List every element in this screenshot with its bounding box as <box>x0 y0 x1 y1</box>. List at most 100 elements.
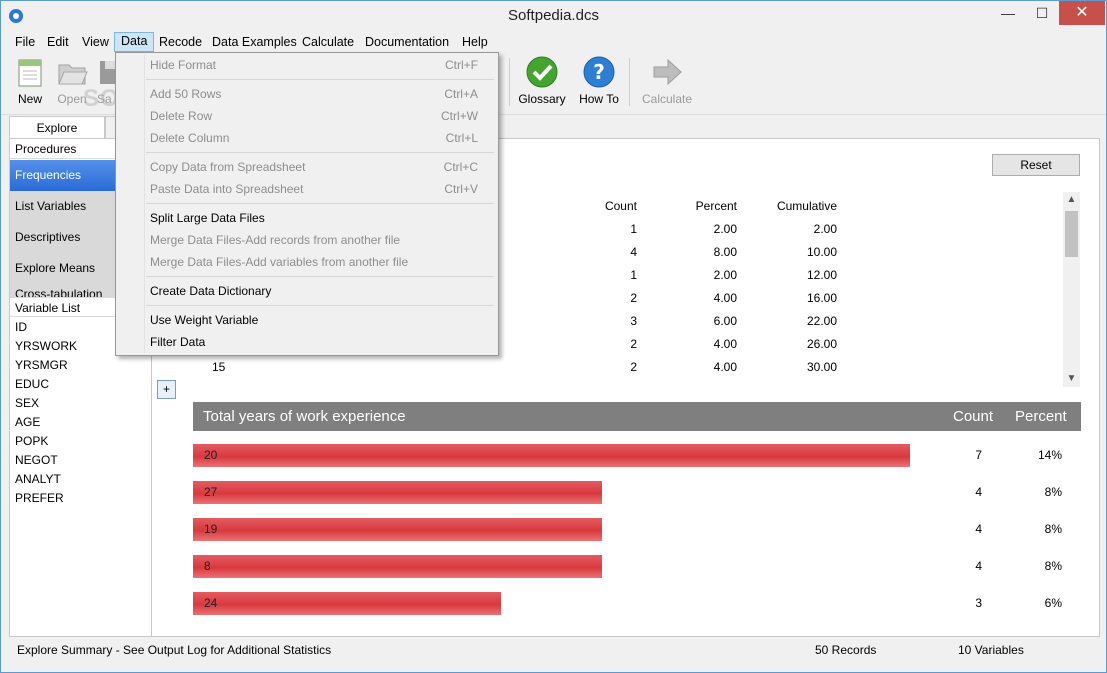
summary-percent-header: Percent <box>1015 408 1067 425</box>
menu-item[interactable]: Copy Data from Spreadsheet Ctrl+C <box>116 157 498 178</box>
bar <box>193 481 602 504</box>
row-cumulative: 2.00 <box>813 222 837 236</box>
variable-item[interactable]: YRSWORK <box>15 337 77 356</box>
how-to-label: How To <box>579 92 619 106</box>
scroll-down-icon[interactable]: ▼ <box>1063 371 1080 387</box>
menu-data[interactable]: Data <box>114 32 155 52</box>
toolbar-separator <box>629 58 630 106</box>
new-document-icon <box>14 56 46 88</box>
status-variables: 10 Variables <box>958 643 1024 657</box>
maximize-button[interactable]: ☐ <box>1025 1 1059 25</box>
status-bar: Explore Summary - See Output Log for Add… <box>9 639 1099 661</box>
status-records: 50 Records <box>815 643 877 657</box>
row-count: 1 <box>630 268 637 282</box>
menu-item-label: Filter Data <box>150 335 206 349</box>
menu-recode[interactable]: Recode <box>153 33 208 51</box>
variable-item[interactable]: SEX <box>15 394 39 413</box>
row-count: 2 <box>630 337 637 351</box>
save-icon <box>97 56 117 88</box>
checkmark-icon <box>526 56 558 88</box>
row-cumulative: 12.00 <box>806 268 837 282</box>
menu-item-shortcut: Ctrl+V <box>444 182 478 196</box>
menu-item[interactable]: Use Weight Variable <box>116 310 498 331</box>
menu-item-shortcut: Ctrl+W <box>441 109 478 123</box>
menu-item-shortcut: Ctrl+C <box>443 160 478 174</box>
new-label: New <box>17 92 42 106</box>
menu-item[interactable]: Create Data Dictionary <box>116 281 498 302</box>
bar-label: 24 <box>204 596 218 610</box>
menu-item[interactable]: Filter Data <box>116 332 498 353</box>
scroll-up-icon[interactable]: ▲ <box>1063 192 1080 208</box>
row-percent: 8.00 <box>713 245 737 259</box>
column-header-percent: Percent <box>695 199 737 213</box>
row-cumulative: 22.00 <box>806 314 837 328</box>
close-button[interactable]: ✕ <box>1059 1 1105 25</box>
menu-item-label: Add 50 Rows <box>150 87 222 101</box>
expand-button[interactable]: + <box>157 380 176 399</box>
menu-separator <box>146 79 494 80</box>
variable-item[interactable]: NEGOT <box>15 451 58 470</box>
help-question-icon: ? <box>583 56 615 88</box>
menu-separator <box>146 305 494 306</box>
calculate-label: Calculate <box>641 92 693 106</box>
menu-item[interactable]: Merge Data Files-Add variables from anot… <box>116 252 498 273</box>
row-percent: 4.00 <box>713 360 737 374</box>
menu-item-label: Create Data Dictionary <box>150 284 272 298</box>
new-button[interactable]: New <box>11 56 49 106</box>
menu-documentation[interactable]: Documentation <box>359 33 455 51</box>
menu-item-label: Split Large Data Files <box>150 211 265 225</box>
variable-item[interactable]: POPK <box>15 432 48 451</box>
menu-item[interactable]: Hide Format Ctrl+F <box>116 55 498 76</box>
bar-count: 3 <box>975 596 982 610</box>
menu-edit[interactable]: Edit <box>41 33 75 51</box>
menu-item[interactable]: Merge Data Files-Add records from anothe… <box>116 230 498 251</box>
variable-item[interactable]: YRSMGR <box>15 356 68 375</box>
bar <box>193 555 602 578</box>
menu-help[interactable]: Help <box>456 33 494 51</box>
menu-item[interactable]: Paste Data into Spreadsheet Ctrl+V <box>116 179 498 200</box>
how-to-button[interactable]: ? How To <box>575 56 623 106</box>
menu-item[interactable]: Add 50 Rows Ctrl+A <box>116 84 498 105</box>
summary-count-header: Count <box>953 408 994 425</box>
row-count: 4 <box>630 245 637 259</box>
variable-item[interactable]: AGE <box>15 413 40 432</box>
bar-label: 27 <box>204 485 218 499</box>
column-header-cumulative: Cumulative <box>776 199 837 213</box>
toolbar-separator <box>509 58 510 106</box>
row-count: 1 <box>630 222 637 236</box>
menu-separator <box>146 152 494 153</box>
glossary-button[interactable]: Glossary <box>517 56 567 106</box>
row-percent: 2.00 <box>713 222 737 236</box>
summary-title: Total years of work experience <box>203 408 406 425</box>
menu-file[interactable]: File <box>9 33 41 51</box>
bar-percent: 6% <box>1044 596 1062 610</box>
menu-view[interactable]: View <box>76 33 115 51</box>
row-percent: 2.00 <box>713 268 737 282</box>
minimize-button[interactable]: — <box>991 1 1025 25</box>
bar-percent: 8% <box>1044 522 1062 536</box>
reset-button[interactable]: Reset <box>992 154 1080 176</box>
menu-item-shortcut: Ctrl+A <box>444 87 478 101</box>
menu-calculate[interactable]: Calculate <box>296 33 360 51</box>
row-cumulative: 26.00 <box>806 337 837 351</box>
variable-item[interactable]: ID <box>15 318 27 337</box>
variable-item[interactable]: EDUC <box>15 375 49 394</box>
variable-item[interactable]: ANALYT <box>15 470 61 489</box>
bar-percent: 14% <box>1037 448 1062 462</box>
menu-data-examples[interactable]: Data Examples <box>206 33 303 51</box>
menu-item-label: Merge Data Files-Add records from anothe… <box>150 233 401 247</box>
menu-item[interactable]: Delete Row Ctrl+W <box>116 106 498 127</box>
arrow-right-icon <box>651 56 683 88</box>
bar <box>193 518 602 541</box>
tab-explore[interactable]: Explore <box>9 116 105 139</box>
menu-item[interactable]: Delete Column Ctrl+L <box>116 128 498 149</box>
bar-percent: 8% <box>1044 485 1062 499</box>
menu-item[interactable]: Split Large Data Files <box>116 208 498 229</box>
menu-bar: File Edit View Data Recode Data Examples… <box>1 31 1106 52</box>
row-count: 2 <box>630 360 637 374</box>
calculate-button[interactable]: Calculate <box>639 56 695 106</box>
menu-item-label: Use Weight Variable <box>150 313 259 327</box>
bar-count: 7 <box>975 448 982 462</box>
scrollbar-thumb[interactable] <box>1065 211 1078 257</box>
variable-item[interactable]: PREFER <box>15 489 64 508</box>
